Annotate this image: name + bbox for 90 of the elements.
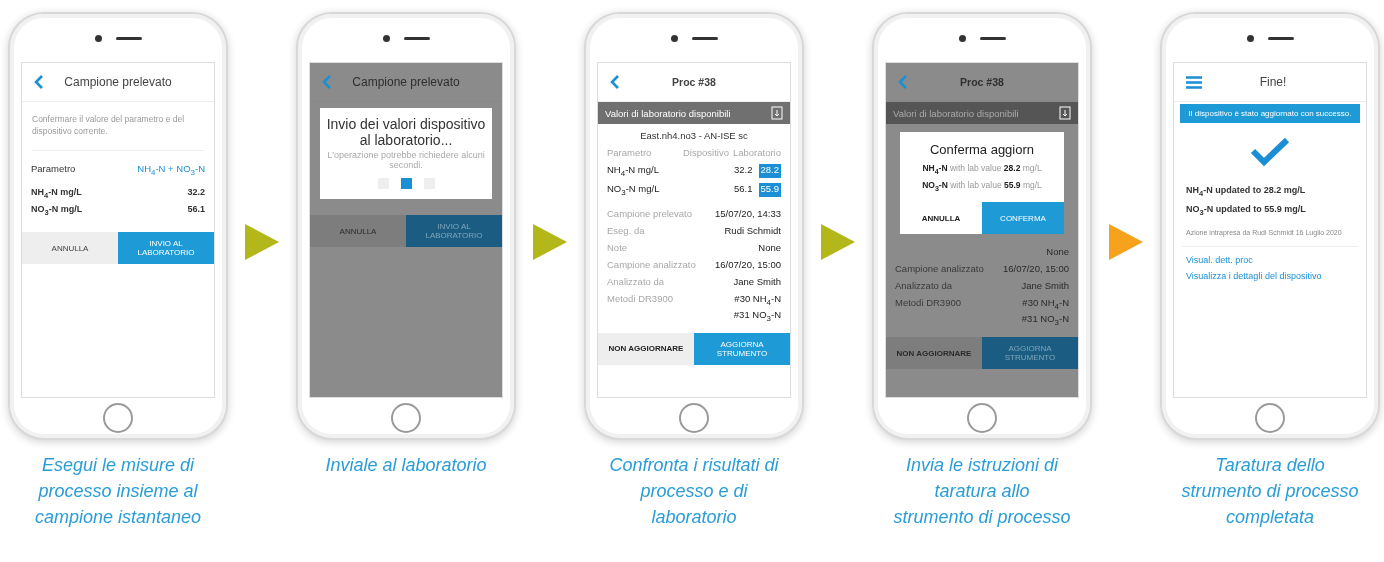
reading-value: 32.2 [187,186,205,199]
column-header: Parametro [607,147,652,158]
home-button[interactable] [103,403,133,433]
dialog-text: NH$_{4}$-N with lab value 28.2 mg/L [922,163,1042,176]
detail-value: None [758,241,781,253]
parameter-value: NH$_{4}$-N + NO$_{3}$-N [137,162,205,177]
details-link[interactable]: Visual. dett. proc [1174,254,1366,265]
back-icon[interactable] [34,74,44,90]
primary-button[interactable]: AGGIORNA STRUMENTO [694,332,790,365]
result-text: NH$_{4}$-N updated to 28.2 mg/L [1185,185,1307,198]
banner-text: Il dispositivo è stato aggiornato con successo. [1188,109,1352,118]
device-name: East.nh4.no3 - AN-ISE sc [639,130,749,141]
reading-name: NO$_{3}$-N mg/L [607,182,660,197]
dialog-title: Conferma aggiorn [929,142,1035,157]
detail-value: Jane Smith [733,275,781,287]
checkmark-icon [1250,137,1290,167]
download-icon[interactable] [1059,106,1071,120]
dialog-title: Invio dei valori dispositivo al laboratorio... [326,116,486,149]
step-caption: Confronta i risultati di processo e di laboratorio [608,454,780,529]
detail-label: Analizzato da [607,275,665,287]
primary-button[interactable]: AGGIORNA STRUMENTO [982,337,1078,370]
camera-icon [670,34,678,42]
speaker-icon [403,36,430,40]
detail-label: Metodi DR3900 [895,297,961,311]
reading-name: NH$_{4}$-N mg/L [31,186,82,200]
reading-value: 56.1 [187,204,205,217]
banner-text: Valori di laboratorio disponibili [893,107,1019,119]
detail-label: Eseg. da [607,224,645,236]
instruction-text: Confermare il valore del parametro e del dispositivo corrente. [32,114,204,151]
column-header: Laboratorio [732,147,781,158]
device-value: 56.1 [734,182,753,196]
speaker-icon [115,36,142,40]
speaker-icon [1267,36,1294,40]
download-icon[interactable] [771,106,783,120]
lab-value: 28.2 [758,164,781,178]
dialog-text: NO$_{3}$-N with lab value 55.9 mg/L [922,179,1042,193]
detail-label: Note [607,241,628,253]
step-caption: Esegui le misure di processo insieme al campione istantaneo [33,454,203,529]
secondary-button[interactable]: NON AGGIORNARE [886,337,982,370]
screen-title: Proc #38 [671,76,717,88]
dialog-note: L'operazione potrebbe richiedere alcuni secondi. [326,150,486,171]
primary-button[interactable]: INVIO AL LABORATORIO [118,232,214,265]
details-link[interactable]: Visualizza i dettagli del dispositivo [1174,270,1366,281]
screen-title: Fine! [1258,75,1288,89]
detail-value: None [1046,246,1069,258]
device-value: 32.2 [734,164,753,177]
reading-name: NO$_{3}$-N mg/L [31,204,83,218]
back-icon[interactable] [610,74,620,90]
parameter-label: Parametro [31,162,76,176]
camera-icon [958,34,966,42]
camera-icon [382,34,390,42]
result-text: NO$_{3}$-N updated to 55.9 mg/L [1185,203,1307,217]
secondary-button[interactable]: ANNULLA [310,215,406,248]
detail-label: Campione prelevato [607,207,693,219]
detail-value: 16/07/20, 15:00 [714,258,781,270]
camera-icon [94,34,102,42]
primary-button[interactable]: INVIO AL LABORATORIO [406,215,502,248]
detail-value: #31 NO$_{3}$-N [1021,313,1069,328]
column-header: Dispositivo [683,147,729,158]
detail-value: #30 NH$_{4}$-N [1022,297,1069,312]
detail-value: Rudi Schmidt [724,224,781,236]
detail-label: Campione analizzato [895,263,984,275]
detail-value: #31 NO$_{3}$-N [733,308,781,323]
screen-title: Campione prelevato [351,75,461,89]
home-button[interactable] [967,403,997,433]
camera-icon [1246,34,1254,42]
detail-value: 16/07/20, 15:00 [1002,263,1069,275]
step-caption: Taratura dello strumento di processo completata [1181,454,1359,529]
screen-title: Campione prelevato [63,75,173,89]
secondary-button[interactable]: NON AGGIORNARE [598,332,694,365]
detail-label: Campione analizzato [607,258,696,270]
speaker-icon [691,36,718,40]
secondary-button[interactable]: ANNULLA [22,232,118,265]
step-caption: Inviale al laboratorio [324,454,488,477]
lab-value: 55.9 [758,182,781,197]
speaker-icon [979,36,1006,40]
home-button[interactable] [391,403,421,433]
home-button[interactable] [1255,403,1285,433]
detail-value: Jane Smith [1021,280,1069,292]
confirm-button[interactable]: CONFERMA [982,202,1064,235]
step-caption: Invia le istruzioni di taratura allo strumento di processo [893,454,1071,529]
detail-value: 15/07/20, 14:33 [714,207,781,219]
detail-value: #30 NH$_{4}$-N [734,292,781,307]
banner-text: Valori di laboratorio disponibili [605,107,731,119]
reading-name: NH$_{4}$-N mg/L [607,164,659,178]
menu-icon[interactable] [1186,75,1202,89]
detail-label: Metodi DR3900 [607,292,673,306]
home-button[interactable] [679,403,709,433]
detail-label: Analizzato da [895,280,953,292]
screen-title: Proc #38 [959,76,1005,88]
